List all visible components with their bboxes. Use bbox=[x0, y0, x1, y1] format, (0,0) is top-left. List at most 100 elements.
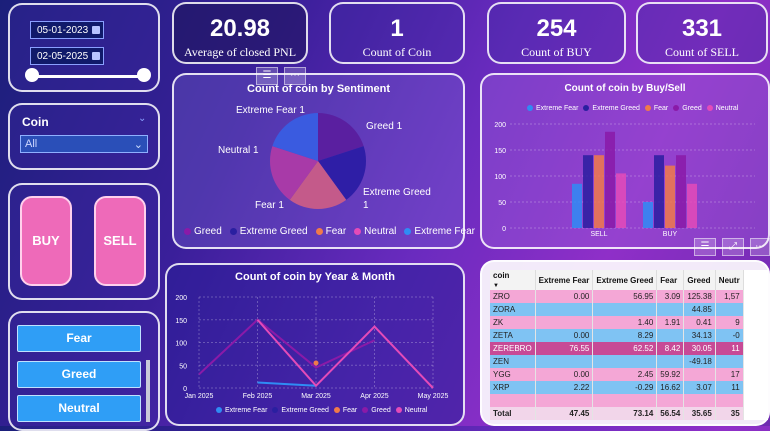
table-total-row: Total 47.45 73.14 56.54 35.65 35 bbox=[490, 407, 744, 420]
more-options-icon[interactable]: ⋯ bbox=[750, 238, 770, 256]
value-cell: 1.40 bbox=[592, 316, 658, 329]
coin-cell: ZETA bbox=[490, 329, 536, 342]
value-cell: 1,57 bbox=[715, 290, 744, 303]
table-row[interactable] bbox=[490, 394, 744, 407]
date-range-slider[interactable] bbox=[32, 75, 143, 78]
coin-cell: ZEREBRO bbox=[490, 342, 536, 355]
focus-mode-icon[interactable]: ⤢ bbox=[722, 238, 744, 256]
table-row[interactable]: YGG 0.00 2.45 59.92 17 bbox=[490, 368, 744, 381]
value-cell bbox=[535, 355, 594, 368]
value-cell bbox=[715, 303, 744, 316]
coin-select-value: All bbox=[25, 138, 38, 150]
sort-desc-icon[interactable]: ▼ bbox=[493, 283, 499, 289]
value-cell bbox=[535, 394, 594, 407]
legend-item: Neutral bbox=[395, 407, 427, 414]
value-cell bbox=[683, 394, 716, 407]
legend-item: Extreme Fear bbox=[404, 226, 475, 237]
value-cell bbox=[592, 303, 658, 316]
fear-button[interactable]: Fear bbox=[17, 325, 141, 352]
neutral-button[interactable]: Neutral bbox=[17, 395, 141, 422]
table-row[interactable]: ZRO 0.00 56.95 3.09 125.38 1,57 bbox=[490, 290, 744, 303]
column-header[interactable]: Neutr bbox=[715, 270, 744, 290]
legend-item: Fear bbox=[315, 226, 346, 237]
total-cell: 56.54 bbox=[656, 407, 685, 420]
kpi-label: Count of Coin bbox=[362, 45, 432, 59]
calendar-icon[interactable] bbox=[92, 52, 100, 60]
bar-neutral-buy[interactable] bbox=[687, 183, 697, 228]
x-tick-label: May 2025 bbox=[418, 393, 449, 400]
pie-label-greed: Greed 1 bbox=[366, 121, 403, 132]
date-start-text: 05-01-2023 bbox=[37, 25, 89, 36]
slider-end-handle[interactable] bbox=[137, 68, 151, 82]
kpi-avg-closed-pnl: 20.98 Average of closed PNL bbox=[172, 2, 308, 64]
table-row[interactable]: XRP 2.22 -0.29 16.62 3.07 11 bbox=[490, 381, 744, 394]
greed-button[interactable]: Greed bbox=[17, 361, 141, 388]
calendar-icon[interactable] bbox=[92, 26, 100, 34]
chevron-down-icon: ⌄ bbox=[138, 113, 147, 124]
pie-label-fear: Fear 1 bbox=[255, 200, 284, 211]
slider-start-handle[interactable] bbox=[25, 68, 39, 82]
scrollbar[interactable] bbox=[146, 360, 150, 422]
legend-item: Extreme Greed bbox=[272, 407, 329, 414]
column-header-coin[interactable]: coin ▼ bbox=[490, 270, 536, 290]
kpi-label: Count of SELL bbox=[665, 45, 739, 59]
value-cell: 30.05 bbox=[683, 342, 716, 355]
line-greed[interactable] bbox=[198, 318, 375, 376]
bar-extreme-fear-buy[interactable] bbox=[643, 202, 653, 228]
date-end-input[interactable]: 02-05-2025 bbox=[30, 47, 104, 65]
coin-cell: YGG bbox=[490, 368, 536, 381]
total-cell: 73.14 bbox=[592, 407, 658, 420]
table-row[interactable]: ZORA 44.85 bbox=[490, 303, 744, 316]
column-header[interactable]: Extreme Fear bbox=[535, 270, 594, 290]
pnl-matrix-table[interactable]: coin ▼ Extreme Fear Extreme Greed Fear Gr… bbox=[490, 270, 768, 420]
value-cell: 9 bbox=[715, 316, 744, 329]
value-cell bbox=[656, 355, 685, 368]
bar-fear-buy[interactable] bbox=[665, 165, 675, 228]
y-tick-label: 200 bbox=[175, 295, 187, 302]
sell-button[interactable]: SELL bbox=[94, 196, 146, 286]
value-cell bbox=[683, 368, 716, 381]
table-header-row: coin ▼ Extreme Fear Extreme Greed Fear Gr… bbox=[490, 270, 744, 290]
column-header[interactable]: Extreme Greed bbox=[592, 270, 658, 290]
value-cell: 125.38 bbox=[683, 290, 716, 303]
value-cell: 44.85 bbox=[683, 303, 716, 316]
bar-extreme-greed-buy[interactable] bbox=[654, 155, 664, 228]
pie-chart bbox=[270, 113, 366, 209]
buy-button[interactable]: BUY bbox=[20, 196, 72, 286]
bar-extreme-greed-sell[interactable] bbox=[583, 155, 593, 228]
value-cell: 34.13 bbox=[683, 329, 716, 342]
date-start-input[interactable]: 05-01-2023 bbox=[30, 21, 104, 39]
point-fear[interactable] bbox=[313, 360, 319, 366]
legend-item: Neutral bbox=[354, 226, 396, 237]
filter-icon[interactable]: ☰ bbox=[694, 238, 716, 256]
value-cell bbox=[592, 394, 658, 407]
line-extreme-fear[interactable] bbox=[257, 381, 317, 387]
pie-legend: Greed Extreme Greed Fear Neutral Extreme… bbox=[184, 226, 475, 237]
table-row[interactable]: ZK 1.40 1.91 0.41 9 bbox=[490, 316, 744, 329]
value-cell: -49.18 bbox=[683, 355, 716, 368]
bar-greed-buy[interactable] bbox=[676, 155, 686, 228]
y-tick-label: 100 bbox=[175, 341, 187, 348]
column-header[interactable]: Fear bbox=[656, 270, 685, 290]
chevron-down-icon: ⌄ bbox=[133, 139, 143, 151]
table-row[interactable]: ZEN -49.18 bbox=[490, 355, 744, 368]
coin-cell: ZORA bbox=[490, 303, 536, 316]
line-legend: Extreme Fear Extreme Greed Fear Greed Ne… bbox=[216, 407, 427, 414]
value-cell: 0.00 bbox=[535, 290, 594, 303]
value-cell bbox=[535, 316, 594, 329]
bar-fear-sell[interactable] bbox=[594, 155, 604, 228]
value-cell: 59.92 bbox=[656, 368, 685, 381]
table-row[interactable]: ZETA 0.00 8.29 34.13 -0 bbox=[490, 329, 744, 342]
bar-extreme-fear-sell[interactable] bbox=[572, 183, 582, 228]
legend-item: Greed bbox=[362, 407, 391, 414]
column-header[interactable]: Greed bbox=[683, 270, 716, 290]
coin-select[interactable]: All ⌄ bbox=[20, 135, 148, 153]
value-cell: 11 bbox=[715, 381, 744, 394]
legend-item: Extreme Fear bbox=[216, 407, 267, 414]
coin-cell bbox=[490, 394, 536, 407]
table-row[interactable]: ZEREBRO 76.55 62.52 8.42 30.05 11 bbox=[490, 342, 744, 355]
coin-cell: ZRO bbox=[490, 290, 536, 303]
bar-neutral-sell[interactable] bbox=[616, 173, 626, 228]
pie-label-extreme-greed: Extreme Greed bbox=[363, 187, 431, 198]
bar-greed-sell[interactable] bbox=[605, 131, 615, 228]
